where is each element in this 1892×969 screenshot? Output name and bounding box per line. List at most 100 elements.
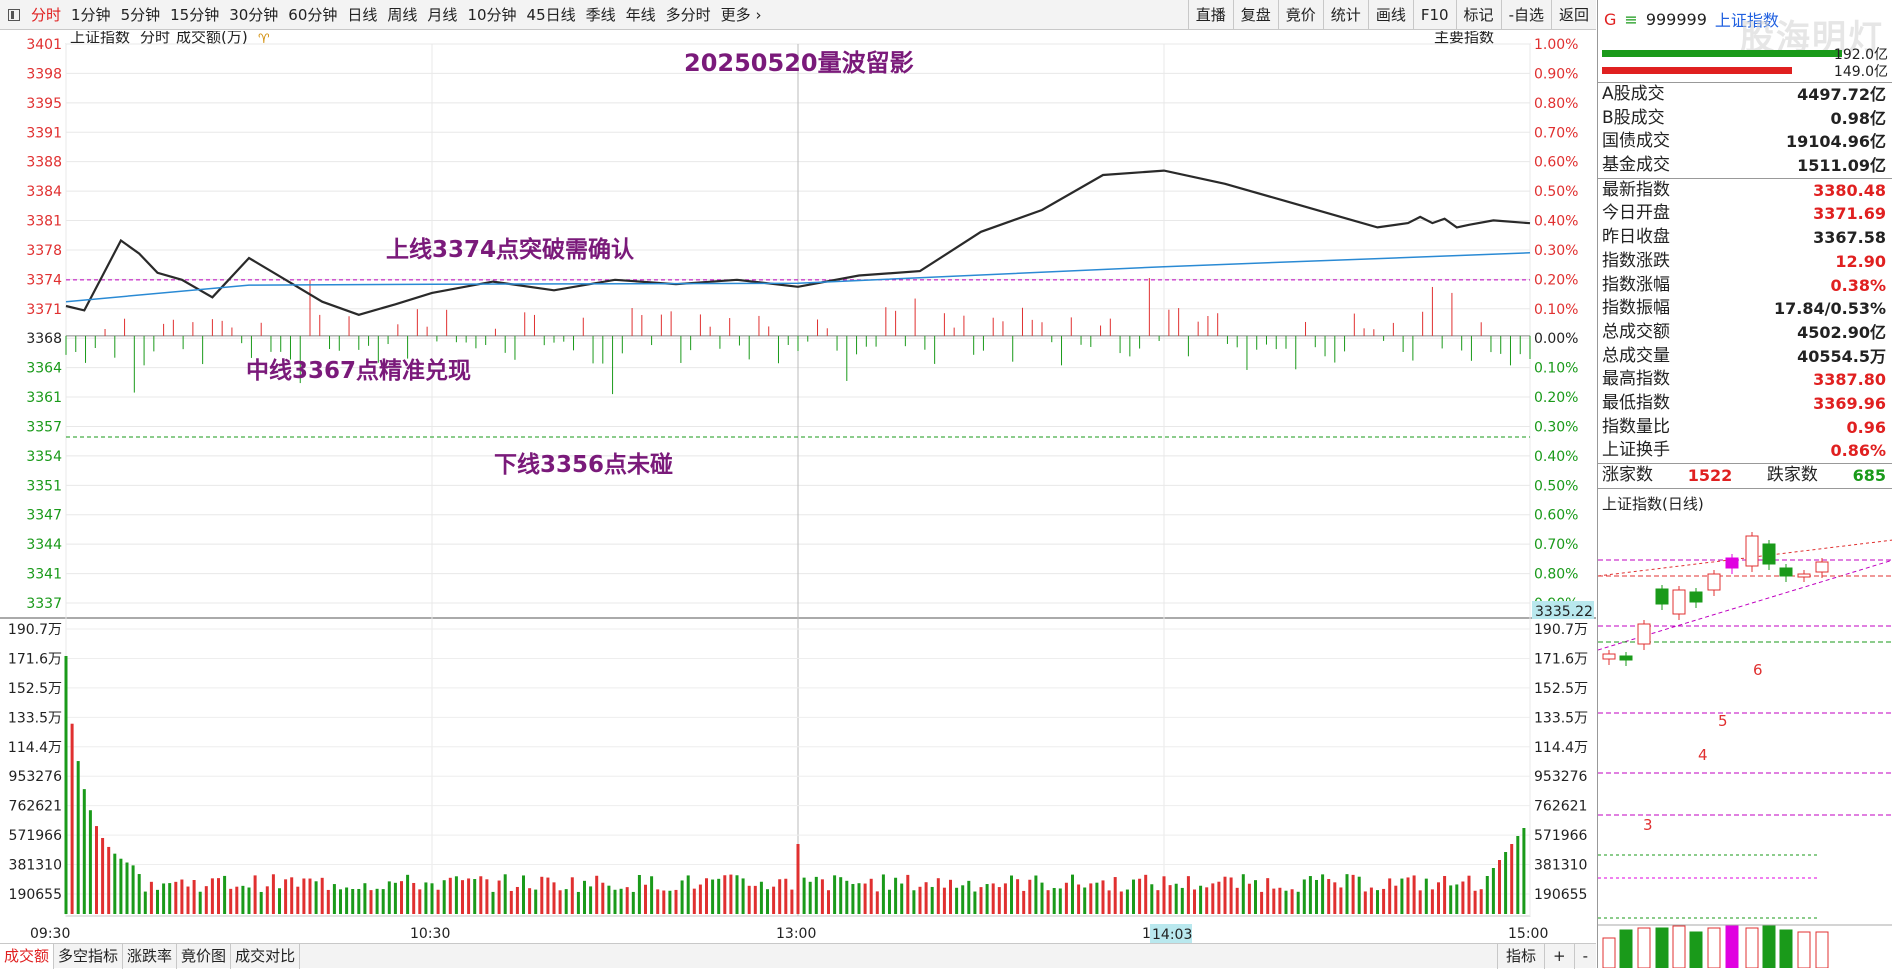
candle-body <box>1815 561 1829 573</box>
tab-period-multi[interactable]: 多分时 <box>661 0 716 30</box>
tab-turnover[interactable]: 成交额 <box>0 943 55 969</box>
candle-body <box>1619 655 1633 661</box>
volume-bar <box>528 888 532 914</box>
volume-bar <box>278 888 281 914</box>
volume-bar <box>875 891 879 914</box>
tab-period-year[interactable]: 年线 <box>621 0 661 30</box>
tab-period-month[interactable]: 月线 <box>422 0 462 30</box>
volume-bar <box>796 844 800 914</box>
tab-period-week[interactable]: 周线 <box>382 0 422 30</box>
pct-tick-label: 0.30% <box>1534 419 1578 435</box>
volume-bar <box>1022 890 1026 914</box>
turnover-label: A股成交 <box>1602 84 1665 104</box>
volume-bar <box>1479 889 1483 914</box>
volume-candle <box>1672 925 1686 968</box>
volume-bar <box>320 877 324 914</box>
daily-kline-chart[interactable]: 3 45 6 <box>1598 520 1892 968</box>
tab-period-day[interactable]: 日线 <box>342 0 382 30</box>
tab-period-10min[interactable]: 10分钟 <box>462 0 521 30</box>
volume-bar <box>174 881 178 914</box>
stat-label: 最新指数 <box>1602 179 1670 200</box>
volume-bar <box>863 883 867 914</box>
tab-auction[interactable]: 竟价图 <box>177 943 232 969</box>
pct-tick-label: 0.80% <box>1534 567 1578 583</box>
volume-bar <box>1046 890 1050 914</box>
volume-bar <box>576 891 580 914</box>
volume-bar <box>369 890 373 914</box>
volume-bar <box>912 890 916 914</box>
draw-line-button[interactable]: 画线 <box>1367 0 1413 30</box>
f10-button[interactable]: F10 <box>1412 0 1456 30</box>
volume-bar <box>1205 887 1209 914</box>
price-tick-label: 3351 <box>26 478 62 494</box>
price-tick-label: 3354 <box>26 449 62 465</box>
tab-adv-decline[interactable]: 涨跌率 <box>123 943 178 969</box>
volume-bar <box>381 889 385 914</box>
price-tick-label: 3374 <box>26 272 62 288</box>
turnover-value: 0.98亿 <box>1830 108 1886 128</box>
back-button[interactable]: 返回 <box>1550 0 1596 30</box>
tab-long-short[interactable]: 多空指标 <box>54 943 124 969</box>
main-index-label[interactable]: 主要指数 <box>1434 31 1494 46</box>
volume-bar <box>522 875 525 914</box>
volume-bar <box>1443 875 1447 914</box>
volume-bar <box>88 810 92 914</box>
tab-volume-compare[interactable]: 成交对比 <box>231 943 301 969</box>
stats-button[interactable]: 统计 <box>1322 0 1368 30</box>
turnover-row: B股成交 0.98亿 <box>1598 107 1892 131</box>
watchlist-button[interactable]: -自选 <box>1500 0 1551 30</box>
mark-button[interactable]: 标记 <box>1455 0 1501 30</box>
stat-value: 40554.5万 <box>1797 346 1886 366</box>
volume-bar <box>680 880 684 914</box>
tab-period-season[interactable]: 季线 <box>581 0 621 30</box>
volume-bar <box>308 878 312 914</box>
price-tick-label: 3381 <box>26 214 62 230</box>
live-button[interactable]: 直播 <box>1187 0 1233 30</box>
zoom-in-button[interactable]: + <box>1544 943 1574 969</box>
volume-bar <box>589 886 593 914</box>
tab-period-more[interactable]: 更多 › <box>716 0 767 30</box>
volume-bar <box>503 874 507 914</box>
turnover-label: 基金成交 <box>1602 155 1670 176</box>
tab-period-1min[interactable]: 1分钟 <box>66 0 116 30</box>
zoom-out-button[interactable]: - <box>1573 943 1596 969</box>
panel-toggle-icon[interactable] <box>8 8 20 21</box>
volume-bar <box>485 879 489 914</box>
bar-green <box>1602 50 1842 57</box>
replay-button[interactable]: 复盘 <box>1232 0 1278 30</box>
volume-bar <box>802 877 806 914</box>
volume-bar <box>229 888 233 914</box>
volume-bar <box>473 879 477 914</box>
volume-bar <box>1455 884 1459 914</box>
volume-candle <box>1637 927 1651 968</box>
auction-button[interactable]: 竟价 <box>1277 0 1323 30</box>
volume-bar <box>326 889 330 914</box>
volume-candle <box>1602 937 1616 968</box>
indicator-button[interactable]: 指标 <box>1496 943 1544 969</box>
volume-tick-label: 133.5万 <box>8 710 62 726</box>
bell-icon[interactable]: ♈ <box>258 32 270 47</box>
intraday-chart[interactable]: 3401 1.00% 3398 0.90% 3395 0.80% 3391 0.70% 3388… <box>0 31 1596 943</box>
volume-bar <box>967 880 971 914</box>
volume-bar <box>564 889 568 914</box>
volume-bar <box>1339 887 1343 914</box>
volume-bar <box>784 878 788 914</box>
stat-label: 指数量比 <box>1602 416 1670 437</box>
volume-bar <box>790 889 794 914</box>
top-value-2: 149.0亿 <box>1833 64 1888 80</box>
tab-period-15min[interactable]: 15分钟 <box>165 0 224 30</box>
turnover-label: B股成交 <box>1602 107 1665 128</box>
stats-list: 最新指数 3380.48 今日开盘 3371.69 昨日收盘 3367.58 指数涨跌 12.… <box>1598 179 1892 463</box>
tab-period-45day[interactable]: 45日线 <box>522 0 581 30</box>
tab-period-5min[interactable]: 5分钟 <box>116 0 166 30</box>
tab-period-30min[interactable]: 30分钟 <box>224 0 283 30</box>
volume-bar <box>1229 877 1233 914</box>
menu-icon[interactable]: ≡ <box>1624 10 1637 29</box>
price-tick-label: 3384 <box>26 184 62 200</box>
stat-row: 指数量比 0.96 <box>1598 416 1892 440</box>
tab-period-fenshi[interactable]: 分时 <box>26 0 66 30</box>
volume-bar <box>845 880 849 914</box>
price-tick-label: 3391 <box>26 125 62 141</box>
tab-period-60min[interactable]: 60分钟 <box>283 0 342 30</box>
volume-bar <box>1040 882 1044 914</box>
